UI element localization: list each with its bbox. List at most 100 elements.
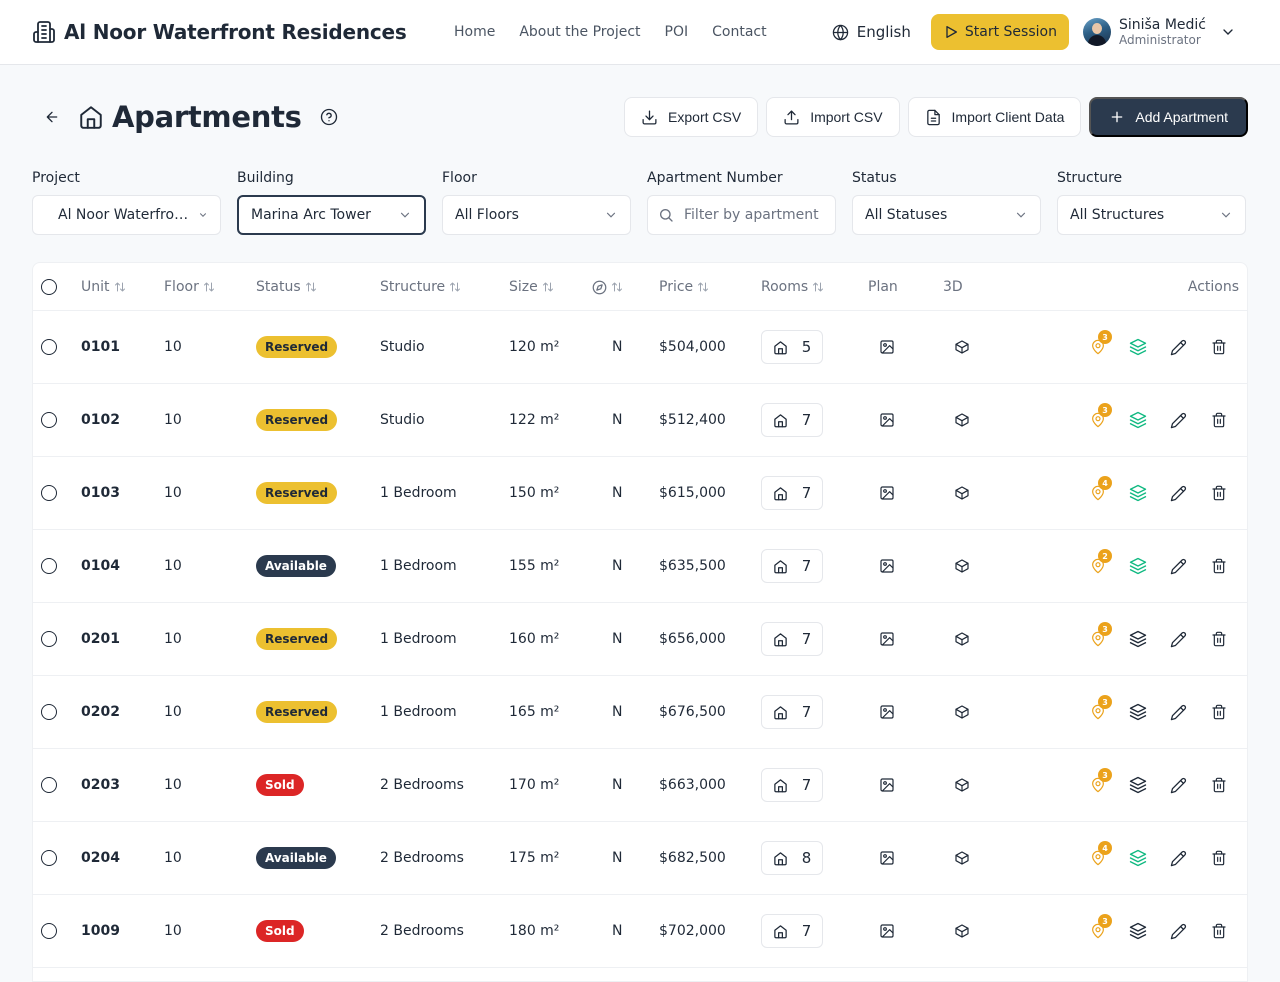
col-structure[interactable]: Structure (380, 263, 461, 311)
trash-icon[interactable] (1211, 339, 1227, 355)
pencil-icon[interactable] (1170, 412, 1187, 429)
cube-icon[interactable] (954, 485, 970, 501)
row-radio[interactable] (41, 704, 57, 720)
select-all-radio[interactable] (41, 263, 57, 311)
pencil-icon[interactable] (1170, 777, 1187, 794)
image-icon[interactable] (879, 339, 895, 355)
image-icon[interactable] (879, 777, 895, 793)
trash-icon[interactable] (1211, 704, 1227, 720)
building-select[interactable]: Marina Arc Tower (237, 195, 426, 235)
layers-icon[interactable] (1129, 411, 1147, 429)
map-pin-icon[interactable]: 3 (1090, 695, 1112, 720)
structure-select[interactable]: All Structures (1057, 195, 1246, 235)
back-button[interactable] (32, 97, 72, 137)
row-radio[interactable] (41, 485, 57, 501)
apartment-number-input[interactable] (684, 207, 824, 223)
row-radio[interactable] (41, 631, 57, 647)
nav-contact[interactable]: Contact (712, 24, 766, 40)
rooms-chip[interactable]: 7 (761, 403, 823, 437)
export-csv-button[interactable]: Export CSV (624, 97, 759, 137)
cube-icon[interactable] (954, 412, 970, 428)
col-unit[interactable]: Unit (81, 263, 126, 311)
floor-select[interactable]: All Floors (442, 195, 631, 235)
table-row[interactable]: 0104 10 Available 1 Bedroom 155 m² N $635,500 7… (33, 530, 1247, 603)
col-rooms[interactable]: Rooms (761, 263, 824, 311)
col-orientation[interactable] (592, 263, 623, 311)
map-pin-icon[interactable]: 3 (1090, 330, 1112, 355)
rooms-chip[interactable]: 7 (761, 549, 823, 583)
map-pin-icon[interactable]: 4 (1090, 476, 1112, 501)
nav-poi[interactable]: POI (665, 24, 689, 40)
language-selector[interactable]: English (832, 23, 911, 41)
pencil-icon[interactable] (1170, 704, 1187, 721)
trash-icon[interactable] (1211, 631, 1227, 647)
layers-icon[interactable] (1129, 484, 1147, 502)
pencil-icon[interactable] (1170, 850, 1187, 867)
nav-about[interactable]: About the Project (519, 24, 640, 40)
image-icon[interactable] (879, 558, 895, 574)
import-client-data-button[interactable]: Import Client Data (907, 97, 1082, 137)
rooms-chip[interactable]: 7 (761, 476, 823, 510)
cube-icon[interactable] (954, 631, 970, 647)
layers-icon[interactable] (1129, 630, 1147, 648)
start-session-button[interactable]: Start Session (930, 14, 1069, 50)
row-radio[interactable] (41, 923, 57, 939)
image-icon[interactable] (879, 923, 895, 939)
image-icon[interactable] (879, 704, 895, 720)
rooms-chip[interactable]: 7 (761, 695, 823, 729)
cube-icon[interactable] (954, 558, 970, 574)
add-apartment-button[interactable]: Add Apartment (1089, 97, 1248, 137)
table-row[interactable]: 0201 10 Reserved 1 Bedroom 160 m² N $656,000 7 3 (33, 603, 1247, 676)
col-size[interactable]: Size (509, 263, 554, 311)
image-icon[interactable] (879, 485, 895, 501)
table-row[interactable]: 0202 10 Reserved 1 Bedroom 165 m² N $676,500 7 3 (33, 676, 1247, 749)
brand[interactable]: Al Noor Waterfront Residences (32, 20, 407, 44)
trash-icon[interactable] (1211, 923, 1227, 939)
row-radio[interactable] (41, 339, 57, 355)
cube-icon[interactable] (954, 777, 970, 793)
trash-icon[interactable] (1211, 485, 1227, 501)
table-row[interactable]: 0101 10 Reserved Studio 120 m² N $504,000 5 3 (33, 311, 1247, 384)
image-icon[interactable] (879, 850, 895, 866)
table-row[interactable]: 1009 10 Sold 2 Bedrooms 180 m² N $702,000 7 3 (33, 895, 1247, 968)
rooms-chip[interactable]: 7 (761, 768, 823, 802)
table-row[interactable]: 0102 10 Reserved Studio 122 m² N $512,400 7 3 (33, 384, 1247, 457)
layers-icon[interactable] (1129, 338, 1147, 356)
col-price[interactable]: Price (659, 263, 709, 311)
help-circle-icon[interactable] (320, 108, 338, 126)
rooms-chip[interactable]: 7 (761, 914, 823, 948)
rooms-chip[interactable]: 8 (761, 841, 823, 875)
radio[interactable] (41, 279, 57, 295)
map-pin-icon[interactable]: 4 (1090, 841, 1112, 866)
project-select[interactable]: Al Noor Waterfront Residences (32, 195, 221, 235)
row-radio[interactable] (41, 558, 57, 574)
status-select[interactable]: All Statuses (852, 195, 1041, 235)
map-pin-icon[interactable]: 3 (1090, 768, 1112, 793)
table-row[interactable]: 0204 10 Available 2 Bedrooms 175 m² N $682,500… (33, 822, 1247, 895)
row-radio[interactable] (41, 850, 57, 866)
map-pin-icon[interactable]: 3 (1090, 914, 1112, 939)
row-radio[interactable] (41, 412, 57, 428)
layers-icon[interactable] (1129, 703, 1147, 721)
user-menu[interactable]: Siniša Medić Administrator (1082, 17, 1236, 47)
trash-icon[interactable] (1211, 850, 1227, 866)
map-pin-icon[interactable]: 3 (1090, 403, 1112, 428)
layers-icon[interactable] (1129, 557, 1147, 575)
map-pin-icon[interactable]: 3 (1090, 622, 1112, 647)
pencil-icon[interactable] (1170, 631, 1187, 648)
table-row[interactable]: 0203 10 Sold 2 Bedrooms 170 m² N $663,000 7 3 (33, 749, 1247, 822)
row-radio[interactable] (41, 777, 57, 793)
rooms-chip[interactable]: 5 (761, 330, 823, 364)
cube-icon[interactable] (954, 339, 970, 355)
trash-icon[interactable] (1211, 558, 1227, 574)
image-icon[interactable] (879, 631, 895, 647)
trash-icon[interactable] (1211, 412, 1227, 428)
nav-home[interactable]: Home (454, 24, 495, 40)
pencil-icon[interactable] (1170, 558, 1187, 575)
map-pin-icon[interactable]: 2 (1090, 549, 1112, 574)
layers-icon[interactable] (1129, 849, 1147, 867)
import-csv-button[interactable]: Import CSV (766, 97, 900, 137)
table-row[interactable]: 0103 10 Reserved 1 Bedroom 150 m² N $615,000 7 4 (33, 457, 1247, 530)
cube-icon[interactable] (954, 850, 970, 866)
pencil-icon[interactable] (1170, 339, 1187, 356)
